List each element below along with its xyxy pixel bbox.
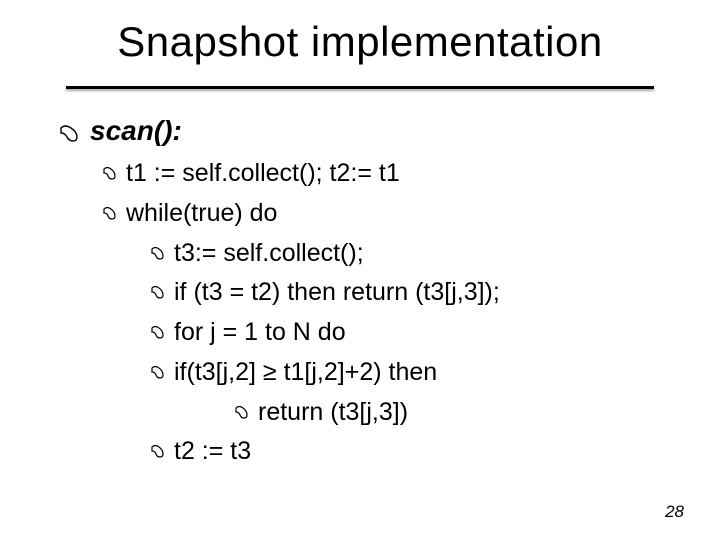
line-1-text: t1 := self.collect(); t2:= t1 [126,157,680,191]
line-4-text: if (t3 = t2) then return (t3[j,3]); [174,276,680,310]
scan-heading-text: scan(): [90,115,680,147]
bullet-icon [102,205,118,221]
bullet-icon [102,165,118,181]
bullet-scan-heading: scan(): [58,115,680,147]
bullet-icon [234,404,250,420]
line-2-text: while(true) do [126,197,680,231]
bullet-line-3: t3:= self.collect(); [150,237,680,271]
bullet-line-8: t2 := t3 [150,435,680,469]
bullet-icon [150,364,166,380]
slide-body: scan(): t1 := self.collect(); t2:= t1 wh… [58,115,680,475]
bullet-line-7: return (t3[j,3]) [234,396,680,430]
line-6-text: if(t3[j,2] ≥ t1[j,2]+2) then [174,356,680,390]
bullet-line-4: if (t3 = t2) then return (t3[j,3]); [150,276,680,310]
bullet-icon [150,284,166,300]
page-number-text: 28 [665,502,684,521]
bullet-line-5: for j = 1 to N do [150,316,680,350]
line-7-text: return (t3[j,3]) [258,396,680,430]
bullet-line-1: t1 := self.collect(); t2:= t1 [102,157,680,191]
title-underline [66,86,654,89]
line-3-text: t3:= self.collect(); [174,237,680,271]
slide-title: Snapshot implementation [0,18,720,66]
line-5-text: for j = 1 to N do [174,316,680,350]
bullet-icon [58,122,80,144]
bullet-icon [150,443,166,459]
bullet-icon [150,245,166,261]
bullet-icon [150,324,166,340]
bullet-line-2: while(true) do [102,197,680,231]
title-text: Snapshot implementation [117,18,602,65]
bullet-line-6: if(t3[j,2] ≥ t1[j,2]+2) then [150,356,680,390]
page-number: 28 [665,502,684,522]
slide: Snapshot implementation scan(): t1 := se… [0,0,720,540]
line-8-text: t2 := t3 [174,435,680,469]
